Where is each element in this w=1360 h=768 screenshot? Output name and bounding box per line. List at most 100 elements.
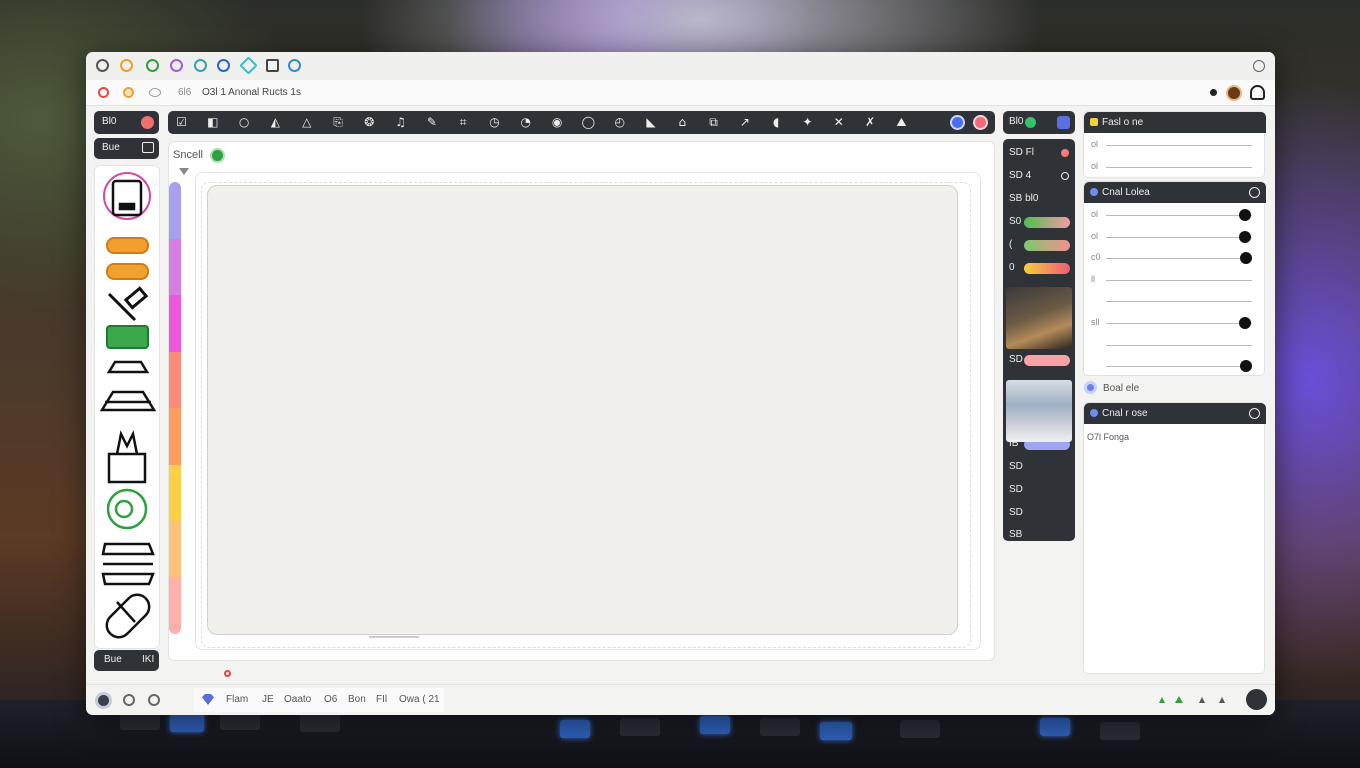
property-row[interactable]: ol (1084, 134, 1266, 156)
color-swatch[interactable] (169, 577, 181, 634)
slider-knob[interactable] (1238, 209, 1251, 221)
status-item[interactable]: Bon (348, 694, 366, 705)
triangle-icon[interactable] (1175, 696, 1183, 703)
gradient-swatch[interactable] (1024, 217, 1070, 228)
slider-track[interactable] (1106, 215, 1252, 216)
meter-icon[interactable]: ◔ (518, 115, 533, 130)
swatch-row[interactable]: SB (1003, 525, 1075, 546)
swatch-row[interactable]: ( (1003, 235, 1075, 256)
teal-ring-icon[interactable] (194, 59, 207, 72)
status-item[interactable]: JE (262, 694, 274, 705)
left-bottom-control[interactable]: Bue IKI (94, 650, 159, 671)
slider-row[interactable]: ll (1084, 269, 1266, 291)
share-icon[interactable] (950, 115, 965, 130)
bell-icon[interactable]: ♫ (393, 115, 408, 130)
sync-icon[interactable] (210, 148, 225, 163)
shape-icon[interactable]: ◭ (268, 115, 283, 130)
wand-icon[interactable]: ✦ (800, 115, 815, 130)
gradient-swatch[interactable] (1024, 355, 1070, 366)
slider-knob[interactable] (1240, 360, 1253, 373)
slider-row[interactable]: c0 (1084, 247, 1266, 269)
eye-icon[interactable] (149, 88, 161, 97)
assistant-icon[interactable] (1246, 689, 1267, 710)
node-icon[interactable]: ◖ (769, 115, 784, 130)
slider-track[interactable] (1106, 366, 1252, 368)
address-text[interactable]: O3l 1 Anonal Ructs 1s (202, 87, 301, 98)
status-item[interactable]: FIl (376, 694, 387, 705)
color-swatch[interactable] (169, 408, 181, 465)
left-sub-control[interactable]: Bue (94, 138, 159, 159)
color-swatch[interactable] (169, 238, 181, 295)
diamond-icon[interactable] (239, 56, 258, 75)
gem-icon[interactable] (202, 694, 214, 705)
slider-track[interactable] (1106, 344, 1252, 346)
triangle-icon[interactable] (1159, 697, 1165, 703)
check-icon[interactable]: ☑ (174, 115, 189, 130)
favorite-icon[interactable] (973, 115, 988, 130)
swatch-row[interactable]: SB bl0 (1003, 189, 1075, 210)
triangle-icon[interactable] (1219, 697, 1225, 703)
slider-row[interactable] (1084, 334, 1266, 356)
collapse-icon[interactable] (1249, 408, 1260, 419)
alert-icon[interactable] (141, 116, 154, 129)
settings-icon[interactable] (95, 692, 112, 709)
image-icon[interactable]: ⛰ (894, 115, 909, 130)
stamp-icon[interactable]: ❂ (362, 115, 377, 130)
pin-icon[interactable] (1210, 89, 1217, 96)
collapse-icon[interactable] (1249, 187, 1260, 198)
property-row[interactable]: ol (1084, 156, 1266, 178)
swatch-row[interactable]: SD (1003, 350, 1075, 371)
erase-icon[interactable]: ✗ (863, 115, 878, 130)
slider-row[interactable]: ol (1084, 204, 1266, 226)
path-icon[interactable]: ↗ (737, 115, 752, 130)
green-a-icon[interactable] (146, 59, 159, 72)
triangle-icon[interactable] (1199, 697, 1205, 703)
slider-row[interactable] (1084, 355, 1266, 377)
refresh-icon[interactable] (123, 694, 135, 706)
swatch-row[interactable]: SD (1003, 457, 1075, 478)
slider-row[interactable] (1084, 290, 1266, 312)
avatar[interactable] (1226, 85, 1242, 101)
clock-icon[interactable]: ◷ (487, 115, 502, 130)
blue-drop-icon[interactable] (217, 59, 230, 72)
slider-track[interactable] (1106, 279, 1252, 281)
drawing-canvas[interactable] (207, 185, 958, 635)
slider-knob[interactable] (1240, 252, 1253, 265)
bell-icon[interactable] (1250, 85, 1265, 100)
chrome-icon[interactable] (96, 59, 109, 72)
palette-icon[interactable] (123, 87, 134, 98)
gradient-swatch[interactable] (1024, 240, 1070, 251)
photo-thumbnail[interactable] (1006, 287, 1072, 349)
swatch-row[interactable]: SD (1003, 503, 1075, 524)
window-control-icon[interactable] (1253, 60, 1265, 72)
slider-knob[interactable] (1238, 230, 1251, 243)
photo-thumbnail[interactable] (1006, 380, 1072, 442)
pen-icon[interactable]: ✎ (424, 115, 439, 130)
eye-icon[interactable] (148, 694, 160, 706)
swatch-ring-icon[interactable] (1061, 172, 1069, 180)
pin-marker-icon[interactable] (224, 670, 231, 677)
record-icon[interactable] (98, 87, 109, 98)
color-swatch[interactable] (169, 464, 181, 521)
swatch-row[interactable]: SD 4 (1003, 166, 1075, 187)
orange-drop-icon[interactable] (120, 59, 133, 72)
slider-track[interactable] (1106, 323, 1252, 324)
status-item[interactable]: Oaato (284, 694, 311, 705)
globe-icon[interactable] (288, 59, 301, 72)
layer-icon[interactable] (1057, 116, 1070, 129)
swatch-row[interactable]: 0 (1003, 258, 1075, 279)
status-item[interactable]: Flam (226, 694, 248, 705)
pen-icon[interactable] (266, 59, 279, 72)
slider-row[interactable]: sll (1084, 312, 1266, 334)
panel-toggle-icon[interactable] (142, 142, 154, 153)
info-icon[interactable] (1084, 381, 1097, 394)
ellipse-icon[interactable]: ◯ (581, 115, 596, 130)
slider-track[interactable] (1106, 301, 1252, 303)
swatch-row[interactable]: SD Fl (1003, 143, 1075, 164)
slider-knob[interactable] (1238, 317, 1251, 329)
panel-icon[interactable]: ◧ (205, 115, 220, 130)
left-top-control[interactable]: Bl0 (94, 111, 159, 134)
color-swatch[interactable] (169, 182, 181, 239)
swatch-dot-icon[interactable] (1061, 149, 1069, 157)
swatch-row[interactable]: S0 (1003, 212, 1075, 233)
